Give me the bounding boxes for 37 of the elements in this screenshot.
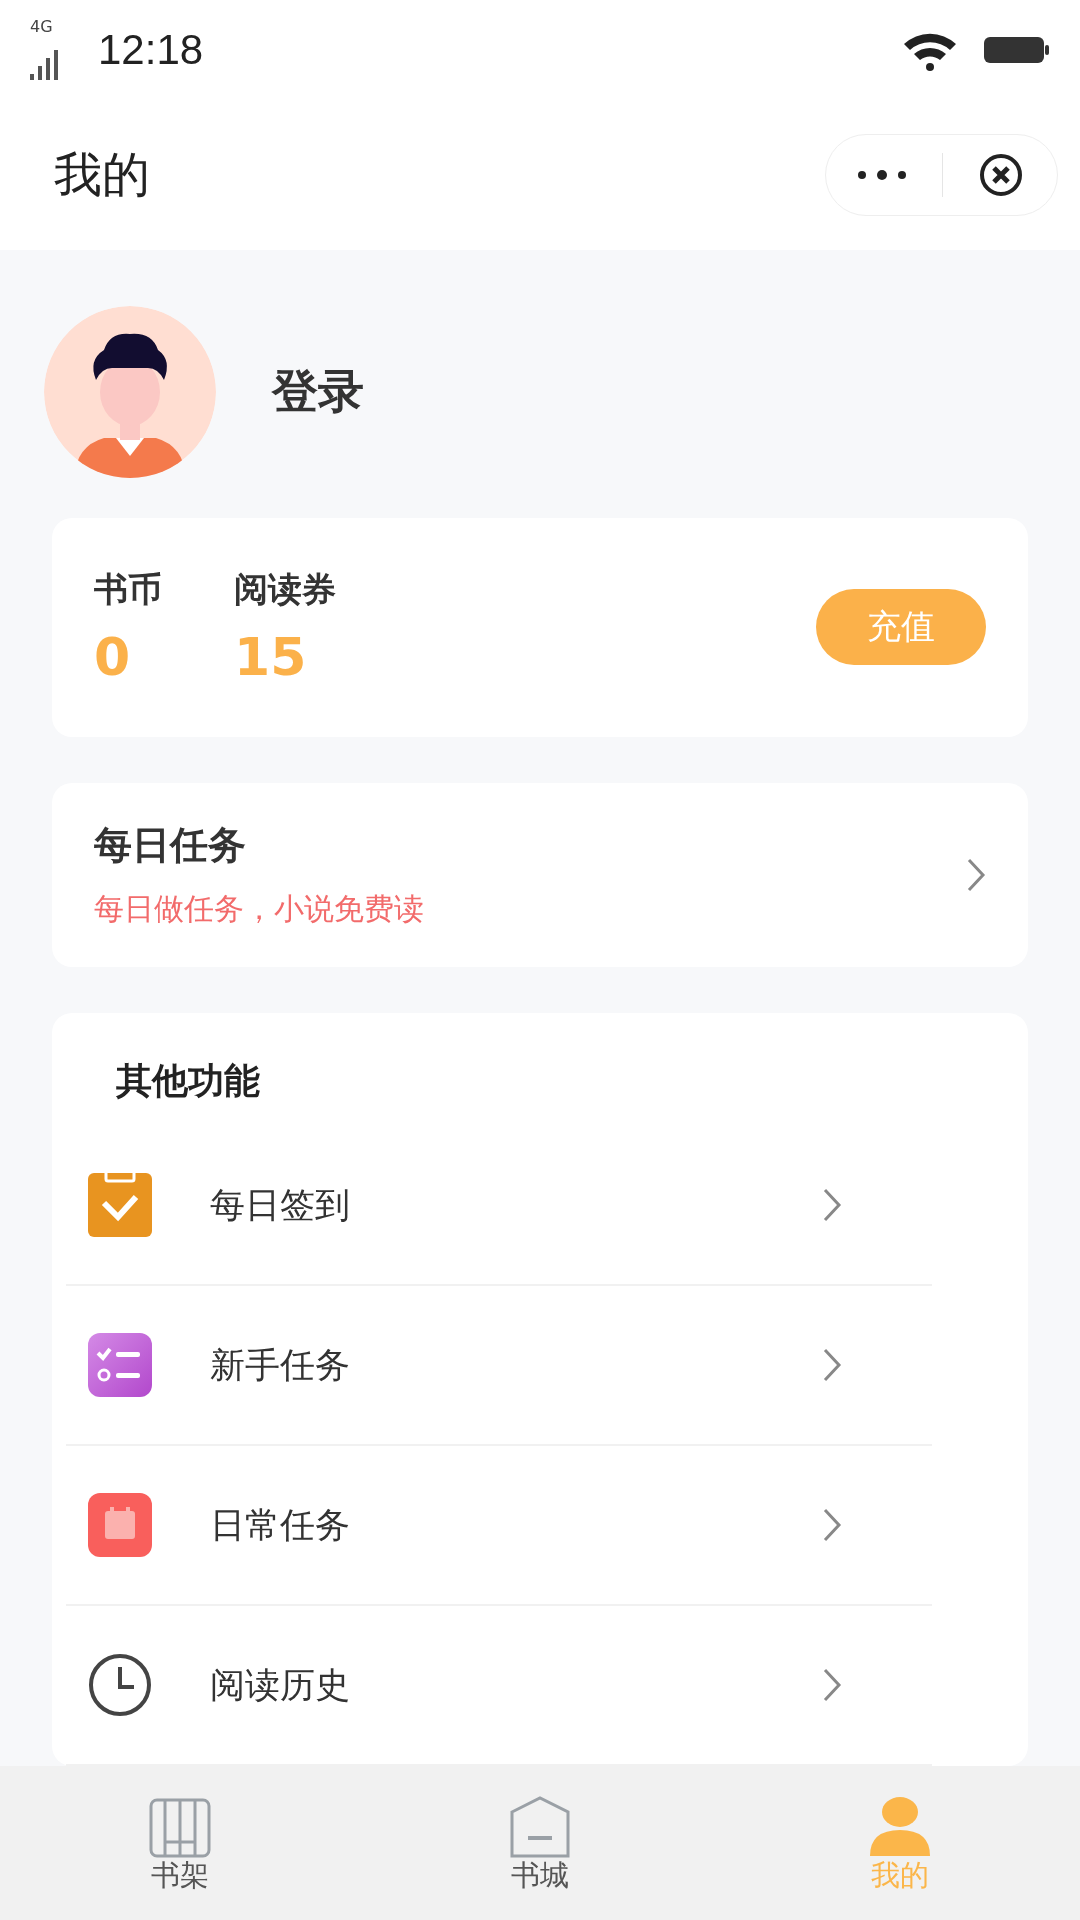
function-label: 阅读历史 bbox=[210, 1663, 350, 1707]
function-row[interactable]: 新手任务 bbox=[66, 1286, 932, 1446]
house-icon bbox=[509, 1796, 571, 1858]
chevron-icon bbox=[822, 1507, 842, 1543]
calendar-icon bbox=[88, 1493, 152, 1557]
wallet-value: 0 bbox=[94, 627, 132, 688]
status-time: 12:18 bbox=[98, 26, 204, 74]
daily-task-card[interactable]: 每日任务 每日做任务，小说免费读 bbox=[52, 782, 1028, 967]
login-link[interactable]: 登录 bbox=[272, 361, 364, 423]
function-row[interactable]: 每日签到 bbox=[66, 1126, 932, 1286]
checklist-icon bbox=[88, 1333, 152, 1397]
tab[interactable]: 书架 bbox=[0, 1766, 360, 1920]
close-icon[interactable] bbox=[977, 151, 1025, 199]
chevron-icon bbox=[966, 856, 986, 893]
chevron-icon bbox=[822, 1347, 842, 1383]
task-subtitle: 每日做任务，小说免费读 bbox=[94, 889, 425, 928]
chevron-icon bbox=[822, 1187, 842, 1223]
clock-icon bbox=[88, 1653, 152, 1717]
battery-icon bbox=[984, 35, 1050, 65]
network-label: 4G bbox=[30, 18, 53, 36]
wallet-label: 阅读券 bbox=[234, 568, 336, 612]
bookshelf-icon bbox=[149, 1796, 211, 1858]
page-title: 我的 bbox=[54, 145, 151, 204]
section-title: 其他功能 bbox=[116, 1059, 261, 1103]
function-label: 新手任务 bbox=[210, 1343, 350, 1387]
function-row[interactable]: 日常任务 bbox=[66, 1446, 932, 1606]
chevron-icon bbox=[822, 1667, 842, 1703]
wallet-value: 15 bbox=[234, 627, 308, 688]
function-label: 日常任务 bbox=[210, 1503, 350, 1547]
task-title: 每日任务 bbox=[94, 821, 247, 869]
clipboard-check-icon bbox=[88, 1173, 152, 1237]
wallet-label: 书币 bbox=[94, 568, 162, 612]
tab[interactable]: 书城 bbox=[360, 1766, 720, 1920]
function-label: 每日签到 bbox=[210, 1183, 350, 1227]
person-icon bbox=[869, 1796, 931, 1858]
avatar-icon[interactable] bbox=[44, 306, 216, 478]
more-icon[interactable] bbox=[856, 169, 908, 181]
